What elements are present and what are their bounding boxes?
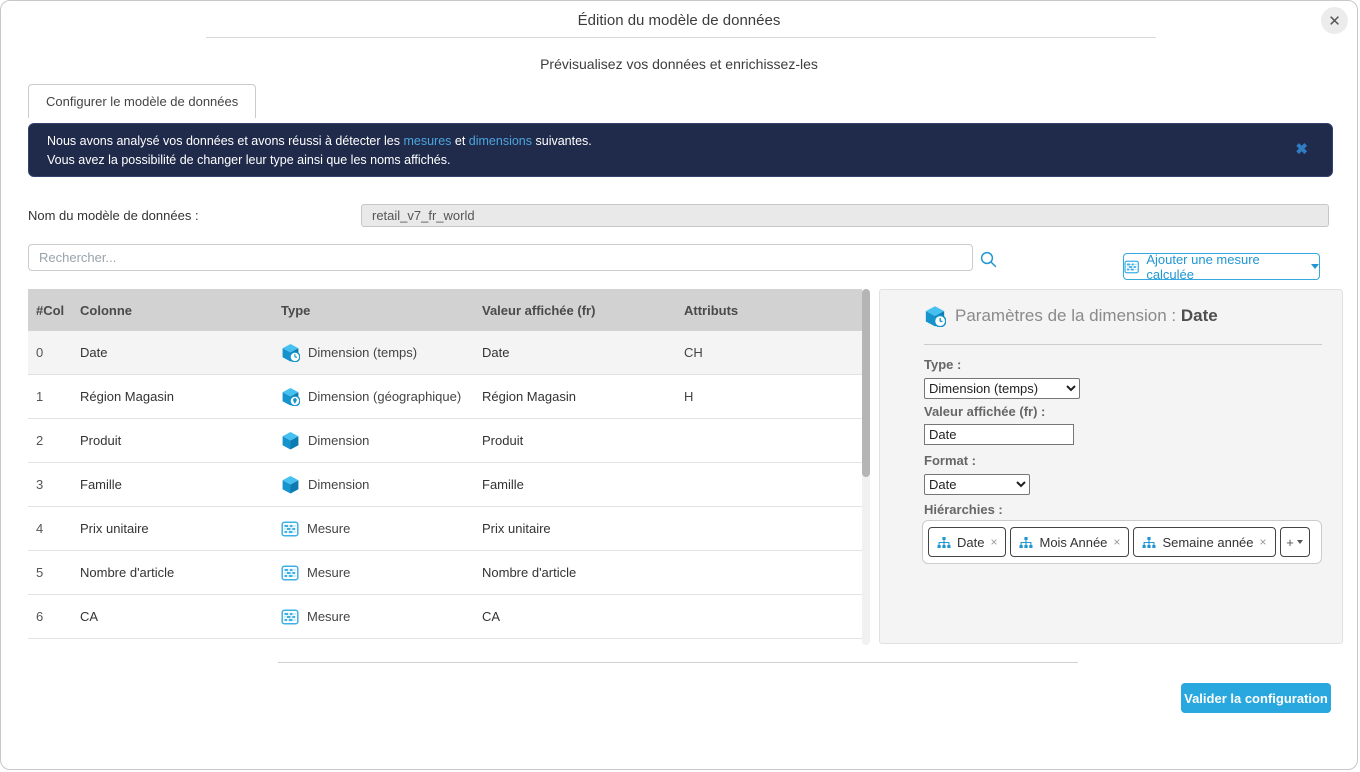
type-select[interactable]: Dimension (temps) — [924, 378, 1080, 399]
tab-configure-data-model[interactable]: Configurer le modèle de données — [28, 84, 256, 118]
search-icon[interactable] — [979, 250, 998, 269]
panel-title-dimension-name: Date — [1181, 306, 1218, 325]
remove-hierarchy-icon[interactable]: × — [990, 535, 997, 549]
remove-hierarchy-icon[interactable]: × — [1260, 535, 1267, 549]
dimension-icon — [281, 475, 300, 494]
columns-table: #Col Colonne Type Valeur affichée (fr) A… — [28, 289, 862, 639]
banner-line2: Vous avez la possibilité de changer leur… — [47, 151, 1292, 170]
banner-dismiss-icon[interactable]: ✖ — [1295, 140, 1308, 159]
calculated-measure-icon — [1124, 259, 1139, 275]
display-value-label: Valeur affichée (fr) : — [924, 404, 1045, 419]
model-name-input[interactable] — [361, 204, 1329, 227]
table-row[interactable]: 4 Prix unitaire Mesure Prix unitaire — [28, 507, 862, 551]
header-type: Type — [281, 303, 482, 318]
table-header-row: #Col Colonne Type Valeur affichée (fr) A… — [28, 289, 862, 331]
title-divider — [206, 37, 1156, 38]
measures-link[interactable]: mesures — [403, 134, 451, 148]
table-row[interactable]: 3 Famille Dimension Famille — [28, 463, 862, 507]
edit-data-model-dialog: Édition du modèle de données ✕ Prévisual… — [0, 0, 1358, 770]
search-input[interactable] — [28, 244, 973, 271]
dialog-subtitle: Prévisualisez vos données et enrichissez… — [1, 56, 1357, 72]
hierarchy-chip[interactable]: Semaine année × — [1133, 527, 1275, 557]
dimension-settings-panel: Paramètres de la dimension : Date Type :… — [879, 289, 1343, 644]
hierarchy-icon — [937, 536, 951, 549]
header-col-index: #Col — [36, 303, 80, 318]
banner-line1: Nous avons analysé vos données et avons … — [47, 132, 1292, 151]
validate-configuration-button[interactable]: Valider la configuration — [1181, 683, 1331, 713]
hierarchy-chip[interactable]: Mois Année × — [1010, 527, 1129, 557]
table-scrollbar-thumb[interactable] — [862, 289, 870, 477]
add-hierarchy-button[interactable]: + — [1280, 527, 1310, 557]
add-calculated-measure-button[interactable]: Ajouter une mesure calculée — [1123, 253, 1320, 280]
measure-icon — [281, 608, 299, 626]
hierarchy-icon — [1019, 536, 1033, 549]
tab-label: Configurer le modèle de données — [46, 94, 238, 109]
dialog-close-button[interactable]: ✕ — [1321, 7, 1348, 34]
remove-hierarchy-icon[interactable]: × — [1113, 535, 1120, 549]
dimension-geo-icon — [281, 387, 300, 406]
hierarchies-container: Date × Mois Année × Semaine année × + — [922, 520, 1322, 564]
display-value-input[interactable] — [924, 424, 1074, 445]
type-label: Type : — [924, 357, 961, 372]
measure-icon — [281, 520, 299, 538]
panel-title: Paramètres de la dimension : Date — [924, 305, 1218, 327]
add-calculated-measure-label: Ajouter une mesure calculée — [1146, 252, 1304, 282]
panel-divider — [924, 344, 1322, 345]
dimensions-link[interactable]: dimensions — [469, 134, 532, 148]
dimension-time-icon — [924, 305, 946, 327]
table-row[interactable]: 1 Région Magasin Dimension (géographique… — [28, 375, 862, 419]
table-row[interactable]: 0 Date Dimension (temps) Date CH — [28, 331, 862, 375]
format-select[interactable]: Date — [924, 474, 1030, 495]
footer-divider — [278, 662, 1078, 663]
header-display-value: Valeur affichée (fr) — [482, 303, 684, 318]
model-name-label: Nom du modèle de données : — [28, 208, 199, 223]
dimension-time-icon — [281, 343, 300, 362]
format-label: Format : — [924, 453, 976, 468]
table-row[interactable]: 2 Produit Dimension Produit — [28, 419, 862, 463]
header-column: Colonne — [80, 303, 281, 318]
info-banner: Nous avons analysé vos données et avons … — [28, 123, 1333, 177]
table-scrollbar[interactable] — [862, 289, 870, 645]
chevron-down-icon — [1311, 264, 1319, 269]
hierarchies-label: Hiérarchies : — [924, 502, 1003, 517]
dialog-title: Édition du modèle de données — [1, 12, 1357, 29]
table-row[interactable]: 5 Nombre d'article Mesure Nombre d'artic… — [28, 551, 862, 595]
chevron-down-icon — [1297, 540, 1303, 544]
hierarchy-icon — [1142, 536, 1156, 549]
header-attributes: Attributs — [684, 303, 862, 318]
close-icon: ✕ — [1328, 12, 1341, 30]
dimension-icon — [281, 431, 300, 450]
table-row[interactable]: 6 CA Mesure CA — [28, 595, 862, 639]
hierarchy-chip[interactable]: Date × — [928, 527, 1006, 557]
measure-icon — [281, 564, 299, 582]
